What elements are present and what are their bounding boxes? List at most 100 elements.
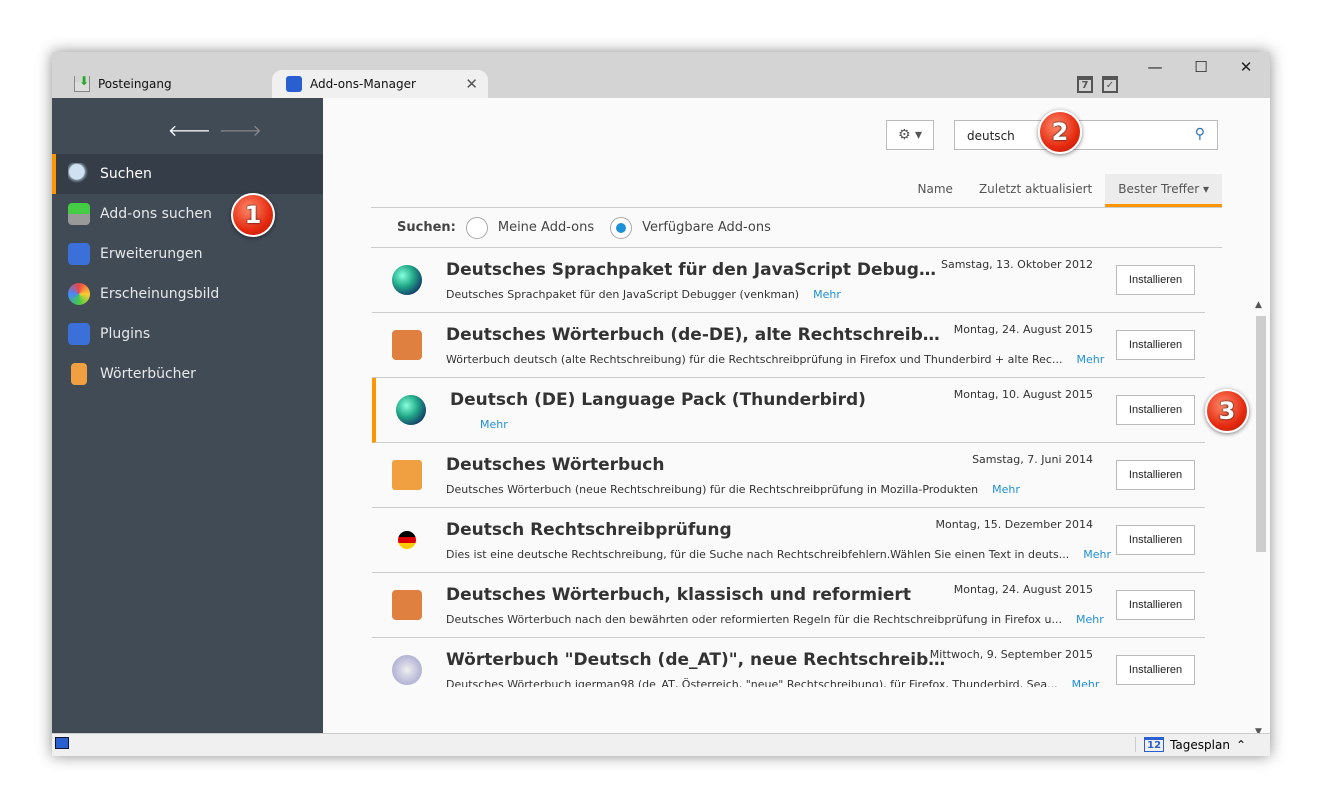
result-date: Montag, 10. August 2015 [953,388,1093,401]
result-title: Deutsches Wörterbuch [446,455,665,475]
result-date: Montag, 24. August 2015 [953,583,1093,596]
radio-available-addons[interactable] [610,216,633,239]
install-button[interactable]: Installieren [1116,330,1195,360]
sidebar-item-woerterbuecher[interactable]: Wörterbücher [52,354,323,394]
result-row[interactable]: Wörterbuch "Deutsch (de_AT)", neue Recht… [372,638,1205,687]
thunderbird-window: ⬇ Posteingang Add-ons-Manager ✕ 7 ✓ — ☐ … [52,52,1270,756]
today-pane-toggle[interactable]: 12 Tagesplan ⌃ [1135,737,1246,752]
result-description: Mehr [466,418,508,431]
more-link[interactable]: Mehr [992,483,1020,496]
close-window-button[interactable]: ✕ [1236,58,1256,76]
addons-main: ⚙ ▾ deutsch ⚲ Name Zuletzt aktualisiert B… [323,98,1270,737]
more-link[interactable]: Mehr [813,288,841,301]
callout-badge-1: 1 [231,193,275,237]
scrollbar[interactable]: ▲ ▼ [1254,300,1268,737]
result-date: Samstag, 7. Juni 2014 [972,453,1093,466]
result-row[interactable]: Deutsch (DE) Language Pack (Thunderbird)… [372,378,1205,443]
result-date: Montag, 24. August 2015 [953,323,1093,336]
nav-buttons: 🡐 🡒 [168,120,262,140]
sidebar-item-erscheinungsbild[interactable]: Erscheinungsbild [52,274,323,314]
tools-gear-button[interactable]: ⚙ ▾ [886,120,934,150]
forward-icon[interactable]: 🡒 [219,121,262,140]
globe-icon [396,395,426,425]
result-description: Deutsches Sprachpaket für den JavaScript… [446,288,841,301]
result-date: Mittwoch, 9. September 2015 [929,648,1093,661]
callout-badge-2: 2 [1038,110,1082,154]
result-date: Samstag, 13. Oktober 2012 [940,258,1093,271]
close-tab-icon[interactable]: ✕ [465,75,478,93]
result-description: Deutsches Wörterbuch (neue Rechtschreibu… [446,483,1020,496]
result-row[interactable]: Deutsches Sprachpaket für den JavaScript… [372,248,1205,313]
minimize-button[interactable]: — [1145,58,1165,76]
result-title: Deutsches Wörterbuch, klassisch und refo… [446,585,911,605]
result-row[interactable]: Deutsch Rechtschreibprüfung Dies ist ein… [372,508,1205,573]
tab-addons-manager[interactable]: Add-ons-Manager ✕ [272,70,488,98]
sidebar-item-suchen[interactable]: Suchen [52,154,323,194]
puzzle-icon [286,76,302,92]
sidebar-item-addons-suchen[interactable]: Add-ons suchen [52,194,323,234]
result-title: Deutsches Sprachpaket für den JavaScript… [446,260,946,280]
maximize-button[interactable]: ☐ [1191,58,1211,76]
globe-icon [392,265,422,295]
book-icon [392,330,422,360]
install-button[interactable]: Installieren [1116,460,1195,490]
result-row[interactable]: Deutsches Wörterbuch, klassisch und refo… [372,573,1205,638]
back-icon[interactable]: 🡐 [168,121,211,140]
more-link[interactable]: Mehr [1072,678,1100,687]
status-bar: 12 Tagesplan ⌃ [52,733,1270,756]
sort-updated[interactable]: Zuletzt aktualisiert [966,174,1105,207]
sidebar: 🡐 🡒 Suchen Add-ons suchen Erweiterungen E… [52,98,323,733]
search-scope: Suchen: Meine Add-ons Verfügbare Add-ons [371,207,1222,248]
result-title: Deutsch Rechtschreibprüfung [446,520,732,540]
result-description: Deutsches Wörterbuch igerman98 (de_AT, Ö… [446,678,1099,687]
more-link[interactable]: Mehr [1076,353,1104,366]
more-link[interactable]: Mehr [1076,613,1104,626]
sort-best-match[interactable]: Bester Treffer ▾ [1105,174,1222,207]
plugin-brick-icon [68,323,90,345]
result-description: Dies ist eine deutsche Rechtschreibung, … [446,548,1111,561]
result-title: Deutsches Wörterbuch (de-DE), alte Recht… [446,325,946,345]
scope-label: Suchen: [397,220,456,235]
network-icon[interactable] [55,737,69,749]
sort-bar: Name Zuletzt aktualisiert Bester Treffer… [905,174,1222,207]
calendar-icon: 12 [1144,737,1165,752]
magnifier-icon [68,163,90,185]
book-icon [392,590,422,620]
result-row[interactable]: Deutsches Wörterbuch Deutsches Wörterbuc… [372,443,1205,508]
search-input[interactable]: deutsch ⚲ [954,120,1218,150]
puzzle-icon [68,243,90,265]
tab-bar: ⬇ Posteingang Add-ons-Manager ✕ 7 ✓ — ☐ … [52,52,1270,98]
install-button[interactable]: Installieren [1116,265,1195,295]
puzzle-icon [392,655,422,685]
result-date: Montag, 15. Dezember 2014 [935,518,1093,531]
callout-badge-3: 3 [1205,389,1249,433]
search-icon[interactable]: ⚲ [1195,126,1205,142]
sidebar-item-plugins[interactable]: Plugins [52,314,323,354]
radio-my-addons[interactable] [465,216,488,239]
calendar-icon[interactable]: 7 [1077,76,1093,93]
chevron-up-icon: ⌃ [1235,737,1246,752]
install-button[interactable]: Installieren [1116,590,1195,620]
dictionary-icon [71,363,87,385]
scroll-up-icon[interactable]: ▲ [1255,300,1262,310]
more-link[interactable]: Mehr [1083,548,1111,561]
flag-icon [398,531,416,549]
tab-posteingang[interactable]: ⬇ Posteingang [74,70,172,98]
install-button[interactable]: Installieren [1116,655,1195,685]
result-description: Deutsches Wörterbuch nach den bewährten … [446,613,1104,626]
palette-icon [68,283,90,305]
tasks-icon[interactable]: ✓ [1102,76,1118,93]
result-title: Wörterbuch "Deutsch (de_AT)", neue Recht… [446,650,946,670]
sidebar-item-erweiterungen[interactable]: Erweiterungen [52,234,323,274]
results-list: Deutsches Sprachpaket für den JavaScript… [372,248,1205,687]
sort-name[interactable]: Name [905,174,966,207]
dict-icon [392,460,422,490]
install-button[interactable]: Installieren [1116,525,1195,555]
result-row[interactable]: Deutsches Wörterbuch (de-DE), alte Recht… [372,313,1205,378]
scroll-thumb[interactable] [1256,316,1266,552]
result-title: Deutsch (DE) Language Pack (Thunderbird) [450,390,866,410]
result-description: Wörterbuch deutsch (alte Rechtschreibung… [446,353,1105,366]
download-addon-icon [68,203,90,225]
install-button[interactable]: Installieren [1116,395,1195,425]
more-link[interactable]: Mehr [480,418,508,431]
